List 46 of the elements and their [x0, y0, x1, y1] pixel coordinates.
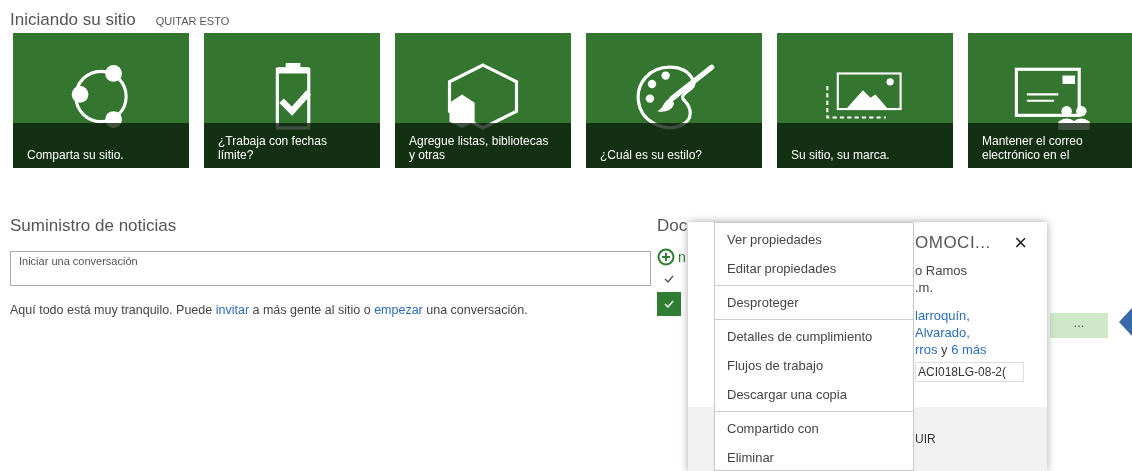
menu-item[interactable]: Detalles de cumplimiento [715, 322, 913, 351]
link[interactable]: 6 más [951, 342, 987, 357]
tile[interactable]: Comparta su sitio. [13, 33, 189, 168]
document-title: OMOCI... [915, 233, 991, 253]
info-text: o Ramos [915, 262, 969, 279]
tile[interactable]: ¿Cuál es su estilo? [586, 33, 762, 168]
follow-link[interactable]: UIR [915, 432, 936, 446]
tile-label: Su sitio, su marca. [791, 148, 890, 162]
section-title: Doc [657, 216, 688, 236]
check-icon [664, 299, 674, 308]
menu-item[interactable]: Flujos de trabajo [715, 351, 913, 380]
feed-message: Aquí todo está muy tranquilo. Puede invitar a más gente al sitio o empezar una conversación. [10, 303, 529, 317]
tile-label: Mantener el correo electrónico en el [982, 134, 1084, 162]
section-title: Iniciando su sitio [10, 10, 136, 30]
file-url-field[interactable]: ACI018LG-08-2( [915, 362, 1024, 382]
tile-label: ¿Cuál es su estilo? [600, 148, 703, 162]
link[interactable]: larroquín, [915, 307, 1033, 324]
link[interactable]: invitar [215, 303, 250, 317]
menu-item[interactable]: Compartido con [715, 414, 913, 443]
row-checkbox[interactable] [657, 291, 681, 316]
tile[interactable]: Mantener el correo electrónico en el [968, 33, 1132, 168]
tile-label: Comparta su sitio. [27, 148, 124, 162]
link[interactable]: Alvarado, [915, 324, 1033, 341]
new-link[interactable]: n [678, 249, 686, 265]
dismiss-link[interactable]: QUITAR ESTO [155, 15, 230, 27]
tile-label: Agregue listas, bibliotecas y otras [409, 134, 550, 162]
menu-item[interactable]: Ver propiedades [715, 225, 913, 254]
tile[interactable]: ¿Trabaja con fechas límite? [204, 33, 380, 168]
menu-item[interactable]: Editar propiedades [715, 254, 913, 283]
link[interactable]: empezar [374, 303, 423, 317]
menu-item[interactable]: Desproteger [715, 288, 913, 317]
tile-label: ¿Trabaja con fechas límite? [218, 134, 328, 162]
shared-with-text: rros y 6 más [915, 341, 988, 358]
conversation-field[interactable]: Iniciar una conversación [10, 251, 651, 286]
section-title: Suministro de noticias [10, 216, 178, 236]
tile[interactable]: Agregue listas, bibliotecas y otras [395, 33, 571, 168]
close-button[interactable]: × [1008, 232, 1033, 254]
menu-item[interactable]: Descargar una copia [715, 380, 913, 409]
menu-item[interactable]: Eliminar [715, 443, 913, 471]
info-text: .m. [915, 279, 935, 296]
link[interactable]: rros [915, 342, 938, 357]
check-icon [664, 274, 674, 283]
diamond-icon [1119, 308, 1132, 336]
more-button[interactable]: ... [1050, 313, 1108, 338]
add-icon[interactable] [657, 248, 675, 266]
tile[interactable]: Su sitio, su marca. [777, 33, 953, 168]
